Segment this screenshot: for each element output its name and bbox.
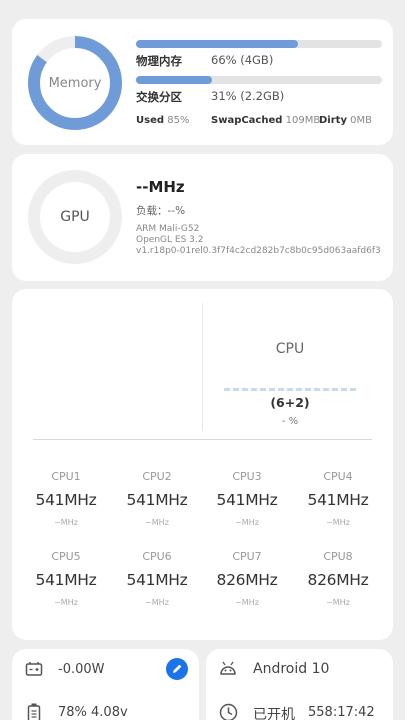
physical-memory-label: 物理内存 [136,54,182,68]
cpu-core-count: (6+2) [270,395,310,410]
cpu-core: CPU1 541MHz ~MHz [21,470,111,527]
cpu-core-range: ~MHz [235,518,259,527]
memory-donut-label: Memory [48,75,102,91]
pencil-icon [173,664,182,673]
status-text-left: ··· [36,0,47,6]
swap-bar [136,76,382,84]
cpu-core-name: CPU1 [51,470,81,483]
cpu-core-range: ~MHz [326,598,350,607]
physical-memory-bar-fill [136,40,299,48]
cpu-core: CPU6 541MHz ~MHz [112,550,202,607]
clock-icon [219,703,238,720]
cpu-core-freq: 826MHz [216,571,278,589]
memory-card[interactable]: Memory 物理内存 66% (4GB) 交换分区 31% (2.2GB) U… [12,19,393,145]
status-text-mid: ·· [100,0,107,6]
android-icon [219,661,237,681]
gpu-renderer: ARM Mali-G52 [136,224,200,234]
cpu-core-name: CPU3 [232,470,262,483]
memory-used-stat: Used 85% [136,115,189,126]
cpu-core-freq: 541MHz [35,571,97,589]
used-label: Used [136,115,165,126]
cpu-title: CPU [275,341,305,357]
battery-charge-icon [25,661,43,681]
gpu-api: OpenGL ES 3.2 [136,235,204,245]
dirty-value: 0MB [350,115,373,126]
used-value: 85% [167,115,190,126]
cpu-core-range: ~MHz [235,598,259,607]
uptime-label: 已开机 [253,707,295,720]
swap-label: 交换分区 [136,90,182,104]
gpu-load: 负载：--% [136,205,186,217]
swapcached-value: 109MB [285,115,321,126]
cpu-core-freq: 541MHz [216,491,278,509]
cpu-core-freq: 541MHz [35,491,97,509]
physical-memory-bar [136,40,382,48]
swap-bar-fill [136,76,213,84]
cpu-core-name: CPU8 [323,550,353,563]
cpu-core-freq: 541MHz [307,491,369,509]
gpu-driver: v1.r18p0-01rel0.3f7f4c2cd282b7c8b0c95d06… [136,246,381,256]
gpu-donut-label: GPU [60,209,90,225]
android-version: Android 10 [253,661,330,677]
cpu-core-name: CPU5 [51,550,81,563]
cpu-divider-horizontal [33,439,372,440]
status-bar: ··· ·· [0,0,405,12]
cpu-core-freq: 826MHz [307,571,369,589]
cpu-card[interactable]: CPU (6+2) - % CPU1 541MHz ~MHz CPU2 541M… [12,289,393,640]
cpu-core-name: CPU7 [232,550,262,563]
swapcached-stat: SwapCached 109MB [211,115,320,126]
cpu-load-graph [224,388,356,392]
cpu-core-name: CPU2 [142,470,172,483]
cpu-core-freq: 541MHz [126,491,188,509]
cpu-core: CPU2 541MHz ~MHz [112,470,202,527]
cpu-core: CPU4 541MHz ~MHz [293,470,383,527]
power-card[interactable]: -0.00W 78% 4.08v [12,649,199,720]
cpu-core-freq: 541MHz [126,571,188,589]
cpu-core-range: ~MHz [145,518,169,527]
cpu-core-name: CPU6 [142,550,172,563]
edit-button[interactable] [166,658,188,680]
cpu-percent: - % [281,416,299,427]
swap-value: 31% (2.2GB) [211,89,285,103]
battery-status: 78% 4.08v [58,705,128,720]
gpu-donut: GPU [27,169,123,265]
cpu-core-range: ~MHz [326,518,350,527]
cpu-core-range: ~MHz [54,518,78,527]
gpu-frequency: --MHz [136,178,185,196]
power-watts: -0.00W [58,662,105,677]
cpu-divider-vertical [202,303,203,431]
cpu-core: CPU3 541MHz ~MHz [202,470,292,527]
swapcached-label: SwapCached [211,115,283,126]
cpu-core: CPU5 541MHz ~MHz [21,550,111,607]
dirty-label: Dirty [319,115,347,126]
cpu-core-range: ~MHz [145,598,169,607]
battery-icon [27,703,41,720]
dirty-stat: Dirty 0MB [319,115,372,126]
memory-donut: Memory [27,35,123,131]
physical-memory-value: 66% (4GB) [211,53,274,67]
cpu-core: CPU8 826MHz ~MHz [293,550,383,607]
uptime-value: 558:17:42 [308,705,375,720]
gpu-card[interactable]: GPU --MHz 负载：--% ARM Mali-G52 OpenGL ES … [12,154,393,281]
cpu-core: CPU7 826MHz ~MHz [202,550,292,607]
cpu-core-name: CPU4 [323,470,353,483]
system-card[interactable]: Android 10 已开机 558:17:42 [206,649,393,720]
cpu-core-range: ~MHz [54,598,78,607]
